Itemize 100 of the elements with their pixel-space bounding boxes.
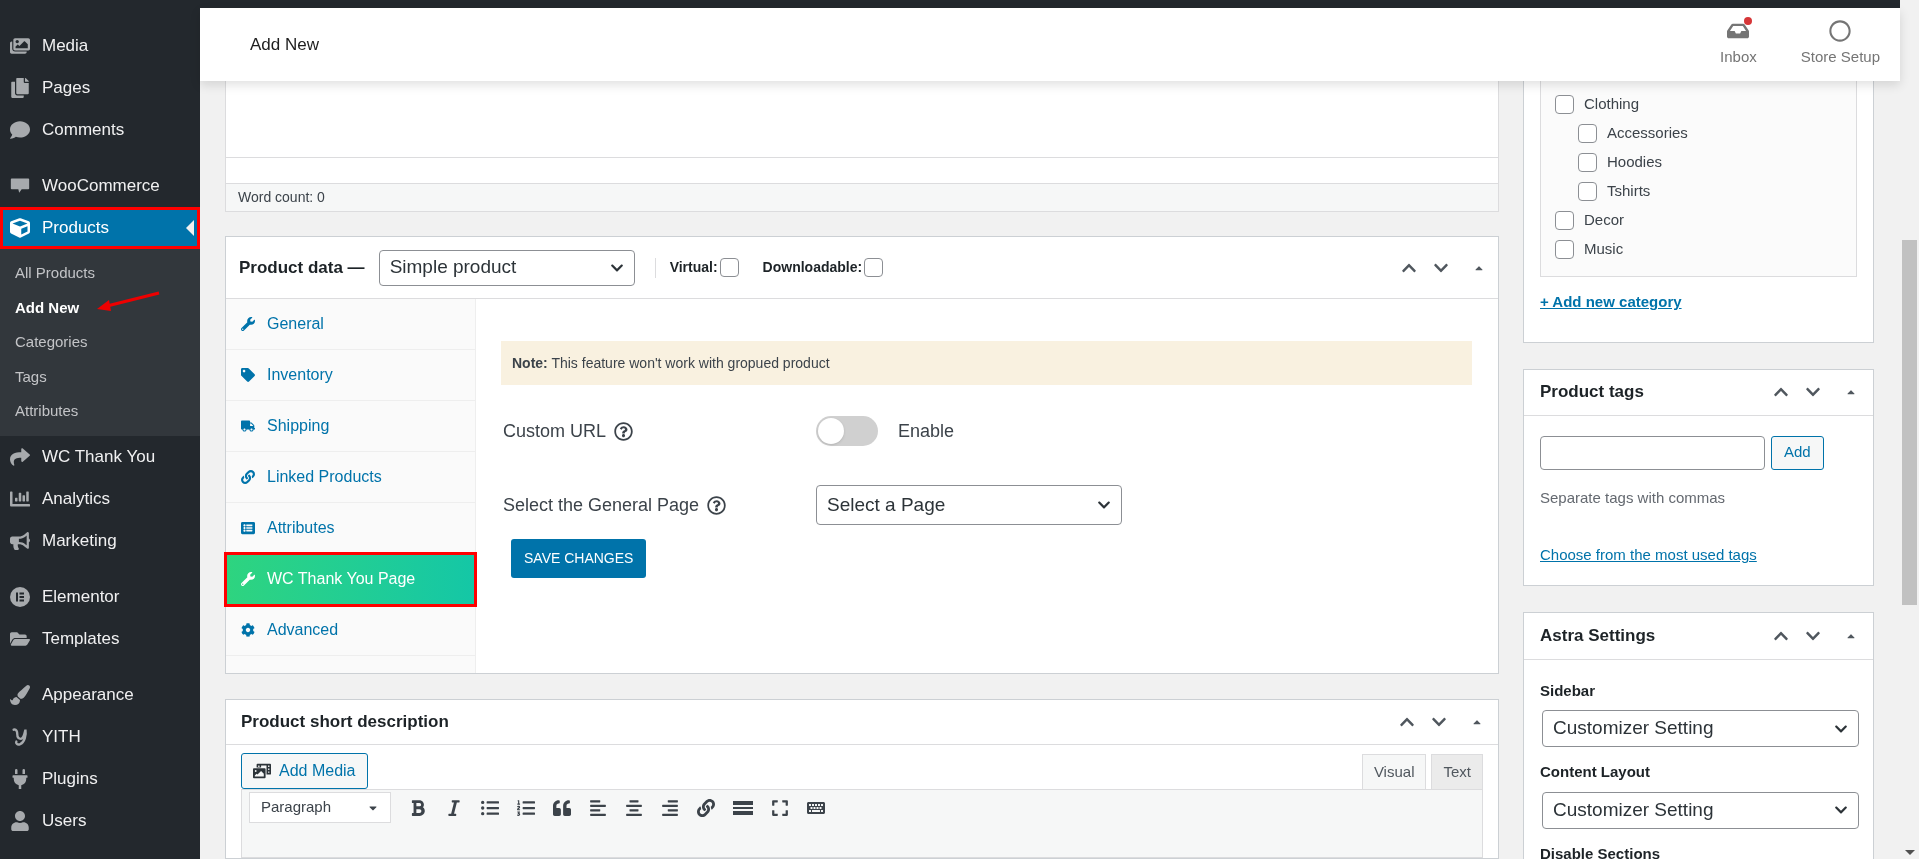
user-icon xyxy=(10,810,30,831)
fullscreen-icon[interactable] xyxy=(771,798,789,817)
circle-logo-icon xyxy=(10,586,30,607)
quote-icon[interactable] xyxy=(553,798,571,817)
editor-tab[interactable]: Text xyxy=(1431,754,1483,789)
plug-icon xyxy=(10,768,30,789)
option-label: Virtual: xyxy=(669,258,718,277)
checkbox[interactable] xyxy=(1555,211,1574,230)
align-left-icon[interactable] xyxy=(589,798,607,817)
menu-item[interactable]: Elementor xyxy=(0,575,200,618)
gear-icon xyxy=(241,623,255,637)
submenu-item[interactable]: Tags xyxy=(15,365,47,388)
category-label: Clothing xyxy=(1584,94,1640,115)
word-count: Word count: 0 xyxy=(238,188,325,207)
option-label: Downloadable: xyxy=(762,258,863,277)
megaphone-icon xyxy=(10,530,30,551)
checkbox[interactable] xyxy=(1555,240,1574,259)
most-used-tags-link[interactable]: Choose from the most used tags xyxy=(1540,544,1757,567)
add-category-link[interactable]: + Add new category xyxy=(1540,291,1857,314)
menu-item[interactable]: Appearance xyxy=(0,673,200,716)
menu-item[interactable]: Comments xyxy=(0,109,200,151)
setting-select[interactable]: Customizer Setting xyxy=(1542,710,1859,747)
submenu-item[interactable]: Add New xyxy=(15,296,80,319)
numbered-list-icon[interactable] xyxy=(517,798,535,817)
bold-icon[interactable] xyxy=(409,798,427,817)
menu-item[interactable]: Analytics xyxy=(0,477,200,520)
menu-item[interactable]: Pages xyxy=(0,67,200,109)
field-label: Content Layout xyxy=(1540,762,1651,782)
help-icon[interactable] xyxy=(707,495,727,515)
read-more-icon[interactable] xyxy=(733,800,753,815)
italic-icon[interactable] xyxy=(445,798,463,817)
curved-arrow-icon xyxy=(10,446,30,467)
menu-item[interactable]: WooCommerce xyxy=(0,165,200,207)
note-message: Note: This feature won't work with gropued product xyxy=(501,341,1472,385)
paintbrush-icon xyxy=(10,684,30,705)
pages-icon xyxy=(10,78,30,98)
media-icon xyxy=(253,762,271,780)
product-type-select[interactable]: Simple product xyxy=(378,249,635,286)
link-icon[interactable] xyxy=(697,798,715,817)
page-select[interactable]: Select a Page xyxy=(816,485,1122,525)
menu-item[interactable]: YITH xyxy=(0,715,200,758)
squiggle-icon xyxy=(10,726,30,747)
format-select[interactable]: Paragraph xyxy=(249,792,391,823)
field-label: Custom URL xyxy=(503,419,607,443)
product-data-tab[interactable]: Linked Products xyxy=(226,452,475,503)
submenu-item[interactable]: Attributes xyxy=(15,400,79,423)
menu-item[interactable]: Templates xyxy=(0,617,200,660)
panel-title: Product short description xyxy=(241,711,449,734)
help-icon[interactable] xyxy=(614,421,634,441)
add-tag-button[interactable]: Add xyxy=(1771,435,1824,470)
product-data-tab[interactable]: General xyxy=(226,299,475,350)
checkbox[interactable] xyxy=(1578,124,1597,143)
field-label: Select the General Page xyxy=(503,493,700,517)
add-media-button[interactable]: Add Media xyxy=(241,753,368,789)
menu-item[interactable]: Users xyxy=(0,799,200,842)
menu-item[interactable]: WC Thank You xyxy=(0,435,200,478)
menu-item[interactable]: Media xyxy=(0,25,200,67)
toggle-switch[interactable] xyxy=(816,416,878,446)
category-label: Music xyxy=(1584,239,1624,260)
menu-item[interactable]: Plugins xyxy=(0,757,200,800)
tag-icon xyxy=(241,368,255,382)
submenu-item[interactable]: Categories xyxy=(15,331,88,354)
category-label: Decor xyxy=(1584,210,1624,231)
toggle-label: Enable xyxy=(898,419,955,443)
current-pointer-icon xyxy=(186,220,194,236)
menu-item[interactable]: Marketing xyxy=(0,519,200,562)
checkbox[interactable] xyxy=(1578,153,1597,172)
editor-tab[interactable]: Visual xyxy=(1361,754,1427,789)
category-label: Tshirts xyxy=(1607,181,1651,202)
category-label: Accessories xyxy=(1607,123,1688,144)
setting-select[interactable]: Customizer Setting xyxy=(1542,791,1859,829)
media-icon xyxy=(10,36,30,56)
panel-title: Product tags xyxy=(1540,381,1644,404)
page-title: Add New xyxy=(250,33,319,56)
product-data-tab[interactable]: Inventory xyxy=(226,350,475,401)
tags-hint: Separate tags with commas xyxy=(1540,487,1727,508)
category-label: Hoodies xyxy=(1607,152,1663,173)
header-action[interactable]: Store Setup xyxy=(1792,20,1888,69)
menu-item[interactable]: Products xyxy=(0,207,200,249)
link-icon xyxy=(241,470,255,484)
checkbox[interactable] xyxy=(864,258,884,277)
save-changes-button[interactable]: SAVE CHANGES xyxy=(511,539,647,578)
submenu-item[interactable]: All Products xyxy=(15,262,96,285)
product-data-tab[interactable]: Advanced xyxy=(226,605,475,656)
bullet-list-icon[interactable] xyxy=(481,798,499,817)
product-data-tab[interactable]: Shipping xyxy=(226,401,475,452)
tag-input[interactable] xyxy=(1540,435,1765,470)
align-right-icon[interactable] xyxy=(661,798,679,817)
wrench-icon xyxy=(241,317,255,331)
section-label: Disable Sections xyxy=(1540,843,1662,859)
checkbox[interactable] xyxy=(1555,95,1574,114)
panel-title: Product data — xyxy=(239,256,365,279)
header-action[interactable]: Inbox xyxy=(1712,20,1765,69)
field-label: Sidebar xyxy=(1540,680,1597,701)
align-center-icon[interactable] xyxy=(625,798,643,817)
checkbox[interactable] xyxy=(719,258,739,277)
panel-title: Astra Settings xyxy=(1540,624,1656,647)
wrench-icon xyxy=(241,572,255,586)
checkbox[interactable] xyxy=(1578,182,1597,201)
speech-bubble-icon xyxy=(10,120,30,140)
